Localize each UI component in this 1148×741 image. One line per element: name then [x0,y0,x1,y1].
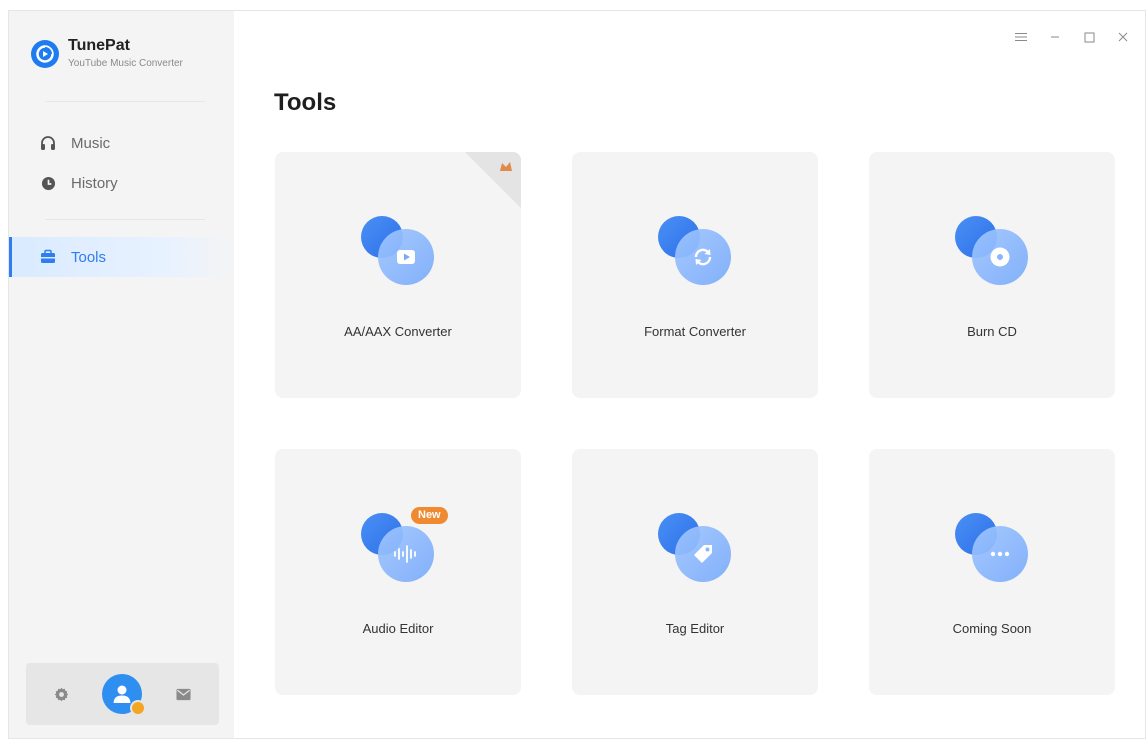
refresh-icon [655,212,735,285]
toolbox-icon [39,248,57,266]
account-badge-icon [130,700,147,716]
sidebar-item-label: Tools [71,248,107,266]
sidebar-bottom-bar [26,663,219,725]
mail-icon[interactable] [172,683,194,705]
tool-card-label: Format Converter [644,324,746,339]
sidebar-divider [45,219,205,220]
tunepat-logo-icon [31,40,59,68]
gear-icon[interactable] [51,683,73,705]
crown-icon [497,158,515,181]
minimize-icon[interactable] [1047,29,1063,45]
sidebar-item-label: History [71,174,118,192]
sidebar-divider [45,101,205,102]
new-badge: New [411,507,448,524]
menu-icon[interactable] [1013,29,1029,45]
disc-icon [952,212,1032,285]
tool-card-label: Coming Soon [952,621,1032,636]
sidebar-item-history[interactable]: History [9,163,234,203]
more-icon [952,509,1032,582]
clock-icon [39,174,57,192]
window-controls [1013,29,1131,45]
app-window: TunePat YouTube Music Converter Music Hi… [8,10,1146,739]
tool-card-format-converter[interactable]: Format Converter [572,152,818,398]
tool-card-tag-editor[interactable]: Tag Editor [572,449,818,695]
tool-card-label: Tag Editor [665,621,725,636]
tool-card-burn-cd[interactable]: Burn CD [869,152,1115,398]
tool-card-label: Audio Editor [362,621,434,636]
sidebar-item-music[interactable]: Music [9,123,234,163]
tool-card-audio-editor[interactable]: New Audio Editor [275,449,521,695]
tag-icon [655,509,735,582]
app-subtitle: YouTube Music Converter [68,58,183,69]
sidebar-item-label: Music [71,134,111,152]
user-avatar-icon[interactable] [102,674,147,716]
sidebar: TunePat YouTube Music Converter Music Hi… [9,11,234,738]
tool-card-coming-soon[interactable]: Coming Soon [869,449,1115,695]
headphones-icon [39,134,57,152]
video-play-icon [358,212,438,285]
app-name: TunePat [68,37,130,54]
tool-card-label: AA/AAX Converter [344,324,452,339]
tool-card-aa-aax-converter[interactable]: AA/AAX Converter [275,152,521,398]
sidebar-item-tools[interactable]: Tools [9,237,234,277]
tool-card-label: Burn CD [967,324,1017,339]
brand: TunePat YouTube Music Converter [31,37,183,71]
maximize-icon[interactable] [1081,29,1097,45]
close-icon[interactable] [1115,29,1131,45]
page-title: Tools [274,89,337,116]
